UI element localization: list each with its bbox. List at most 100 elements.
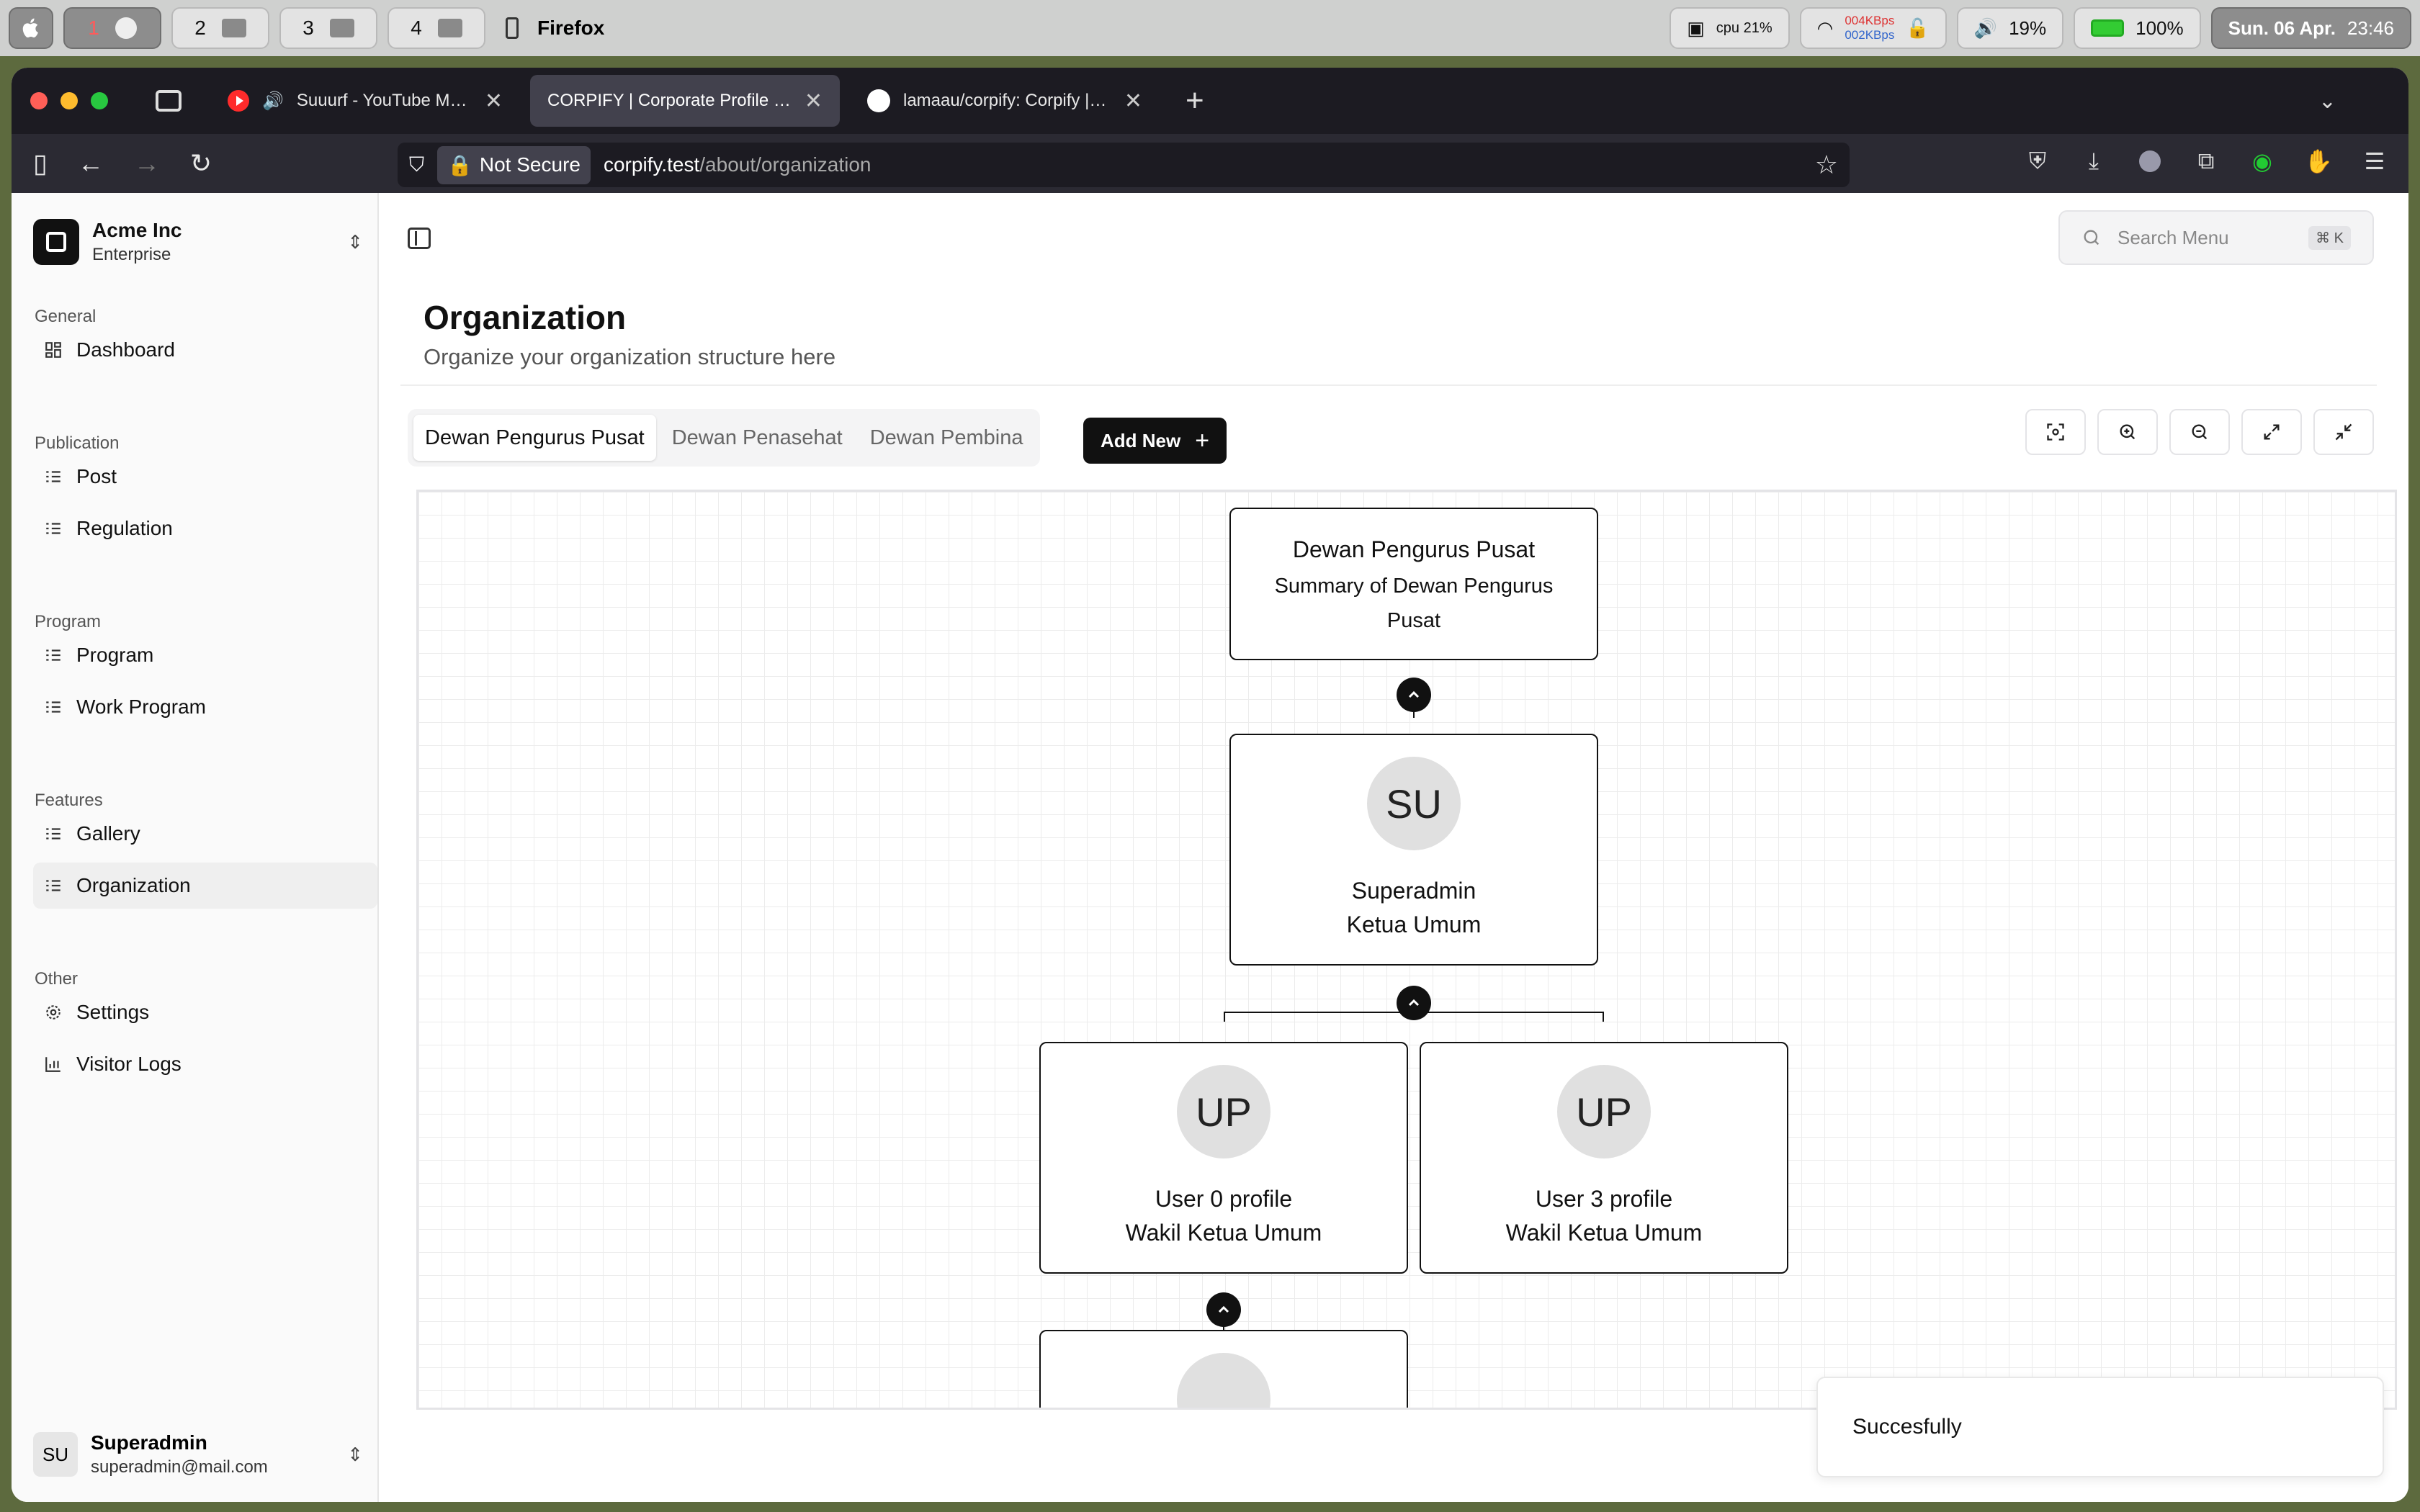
main-panel: Search Menu ⌘ K Organization Organize yo…: [379, 193, 2408, 1502]
tab-bar: 🔊 Suuurf - YouTube Music ✕ CORPIFY | Cor…: [12, 68, 2408, 134]
hand-extension-icon[interactable]: ✋: [2304, 148, 2333, 174]
volume-level: 19%: [2009, 17, 2047, 39]
search-shortcut-badge: ⌘ K: [2308, 225, 2351, 250]
back-arrow-icon[interactable]: ←: [78, 148, 104, 179]
toast-message: Succesfully: [1852, 1415, 1962, 1439]
org-node-vice-0[interactable]: UP User 0 profile Wakil Ketua Umum: [1039, 1042, 1408, 1274]
team-logo-icon: [33, 219, 79, 265]
workspace-number: 3: [302, 17, 314, 39]
sidebar-item-settings[interactable]: Settings: [33, 989, 377, 1035]
org-node-chair[interactable]: SU Superadmin Ketua Umum: [1229, 734, 1598, 966]
tab-dewan-penasehat[interactable]: Dewan Penasehat: [660, 415, 854, 461]
tab-dewan-pengurus-pusat[interactable]: Dewan Pengurus Pusat: [413, 415, 656, 461]
user-email: superadmin@mail.com: [91, 1457, 268, 1477]
shield-icon[interactable]: ⛉: [409, 153, 424, 177]
org-node-root[interactable]: Dewan Pengurus Pusat Summary of Dewan Pe…: [1229, 508, 1598, 660]
expand-all-button[interactable]: [2241, 409, 2302, 455]
tab-title: CORPIFY | Corporate Profile Showcase: [547, 91, 792, 110]
sidebar-item-label: Gallery: [76, 822, 140, 845]
list-checks-icon: [43, 876, 63, 896]
org-node-vice-1[interactable]: UP User 3 profile Wakil Ketua Umum: [1420, 1042, 1788, 1274]
apple-menu-icon[interactable]: [9, 7, 53, 49]
maximize-window-button[interactable]: [91, 92, 108, 109]
list-checks-icon: [43, 697, 63, 717]
add-new-button[interactable]: Add New +: [1083, 418, 1227, 464]
close-tab-icon[interactable]: ✕: [805, 89, 823, 114]
collapse-node-button[interactable]: [1206, 1292, 1241, 1327]
avatar: [1177, 1353, 1270, 1408]
profile-avatar-icon[interactable]: [2138, 149, 2162, 174]
firefox-icon: [115, 17, 137, 39]
not-secure-badge[interactable]: 🔒 Not Secure: [437, 145, 591, 184]
zoom-in-icon: [2120, 424, 2136, 440]
search-input[interactable]: Search Menu ⌘ K: [2058, 210, 2374, 265]
active-app-name: Firefox: [537, 17, 605, 39]
close-tab-icon[interactable]: ✕: [485, 89, 503, 114]
close-window-button[interactable]: [30, 92, 48, 109]
layout-dashboard-icon: [43, 340, 63, 360]
org-chart-canvas[interactable]: Dewan Pengurus Pusat Summary of Dewan Pe…: [416, 490, 2397, 1410]
security-label: Not Secure: [479, 153, 581, 176]
workspace-3[interactable]: 3: [279, 7, 377, 49]
nav-group-label: Features: [35, 791, 103, 810]
collapse-all-button[interactable]: [2313, 409, 2374, 455]
workspace-2[interactable]: 2: [171, 7, 269, 49]
speaker-icon[interactable]: 🔊: [262, 91, 284, 112]
team-switcher[interactable]: Acme Inc Enterprise ⇕: [33, 213, 363, 271]
collapse-node-button[interactable]: [1397, 678, 1431, 712]
sidebar-item-label: Organization: [76, 874, 191, 896]
reload-icon[interactable]: ↻: [190, 148, 212, 179]
workspace-1[interactable]: 1: [63, 7, 161, 49]
sidebar-item-dashboard[interactable]: Dashboard: [33, 327, 377, 373]
close-tab-icon[interactable]: ✕: [1124, 89, 1142, 114]
org-node-child-partial[interactable]: [1039, 1330, 1408, 1408]
volume-widget[interactable]: 🔊 19%: [1956, 7, 2064, 49]
collapse-node-button[interactable]: [1397, 986, 1431, 1020]
extensions-icon[interactable]: ⧉: [2194, 148, 2218, 174]
forward-arrow-icon[interactable]: →: [134, 148, 160, 179]
hamburger-menu-icon[interactable]: ☰: [2362, 148, 2387, 174]
tab-github[interactable]: lamaau/corpify: Corpify | Corporate Prof…: [850, 75, 1160, 127]
workspace-4[interactable]: 4: [387, 7, 485, 49]
user-menu[interactable]: SU Superadmin superadmin@mail.com ⇕: [33, 1426, 363, 1483]
tab-youtube-music[interactable]: 🔊 Suuurf - YouTube Music ✕: [210, 75, 520, 127]
new-tab-plus-icon[interactable]: +: [1186, 83, 1204, 119]
fit-view-button[interactable]: [2025, 409, 2086, 455]
url-bar[interactable]: ⛉ 🔒 Not Secure corpify.test/about/organiz…: [398, 143, 1850, 187]
toast-notification[interactable]: Succesfully: [1816, 1377, 2384, 1477]
battery-widget[interactable]: 100%: [2074, 7, 2201, 49]
sidebar-item-organization[interactable]: Organization: [33, 863, 377, 909]
minimize-window-button[interactable]: [60, 92, 78, 109]
member-role: Wakil Ketua Umum: [1125, 1220, 1322, 1246]
zoom-in-button[interactable]: [2097, 409, 2158, 455]
sidebar-item-work-program[interactable]: Work Program: [33, 684, 377, 730]
member-role: Wakil Ketua Umum: [1505, 1220, 1703, 1246]
node-summary: Summary of Dewan Pengurus Pusat: [1274, 575, 1554, 632]
sidebar-item-gallery[interactable]: Gallery: [33, 811, 377, 857]
window-icon: [437, 19, 462, 37]
clock-widget[interactable]: Sun. 06 Apr. 23:46: [2210, 7, 2411, 49]
network-widget[interactable]: ◠ 004KBps 002KBps 🔓: [1799, 7, 1947, 49]
tab-dewan-pembina[interactable]: Dewan Pembina: [859, 415, 1035, 461]
eye-extension-icon[interactable]: ◉: [2250, 148, 2275, 174]
battery-level: 100%: [2136, 17, 2184, 39]
panel-left-icon[interactable]: [408, 228, 431, 249]
pocket-icon[interactable]: ⛨: [2025, 148, 2050, 174]
minimize-icon: [2335, 423, 2352, 441]
cpu-widget[interactable]: ▣ cpu 21%: [1670, 7, 1790, 49]
url-text[interactable]: corpify.test/about/organization: [604, 153, 871, 176]
bookmark-star-icon[interactable]: ☆: [1815, 150, 1838, 180]
sidebar-item-program[interactable]: Program: [33, 632, 377, 678]
sidebar-toggle-icon[interactable]: ▯: [33, 148, 48, 179]
download-icon[interactable]: ⤓: [2081, 148, 2106, 174]
sidebar-item-visitor-logs[interactable]: Visitor Logs: [33, 1041, 377, 1087]
toolbar-icons: ⛨ ⤓ ⧉ ◉ ✋ ☰: [2025, 148, 2387, 174]
tab-corpify[interactable]: CORPIFY | Corporate Profile Showcase ✕: [530, 75, 840, 127]
firefox-view-icon[interactable]: [156, 90, 182, 112]
sidebar-item-post[interactable]: Post: [33, 454, 377, 500]
plus-icon: +: [1195, 426, 1210, 454]
zoom-out-button[interactable]: [2169, 409, 2230, 455]
list-all-tabs-chevron-icon[interactable]: ⌄: [2318, 89, 2336, 114]
sidebar-item-regulation[interactable]: Regulation: [33, 505, 377, 552]
active-app: Firefox: [506, 17, 604, 40]
